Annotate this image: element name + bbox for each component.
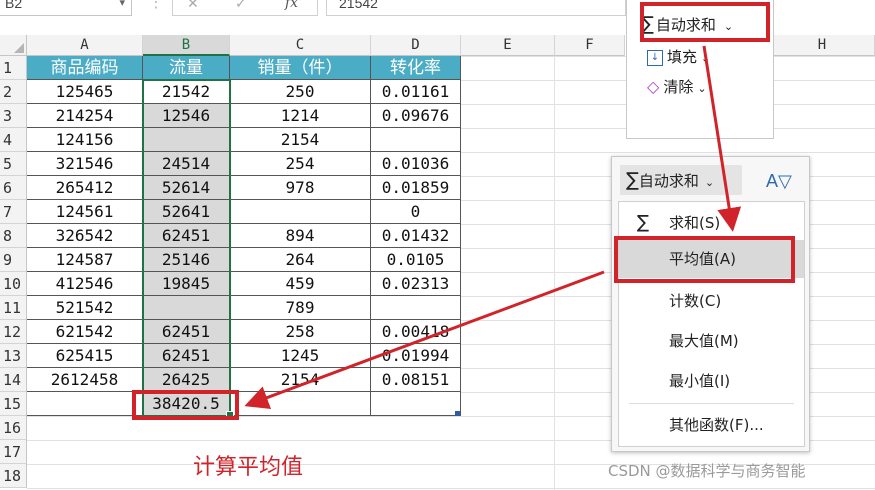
annotation-arrows <box>244 45 742 409</box>
arrow-to-result <box>244 270 605 409</box>
watermark: CSDN @数据科学与商务智能 <box>608 462 806 480</box>
arrow-to-average <box>702 45 742 232</box>
